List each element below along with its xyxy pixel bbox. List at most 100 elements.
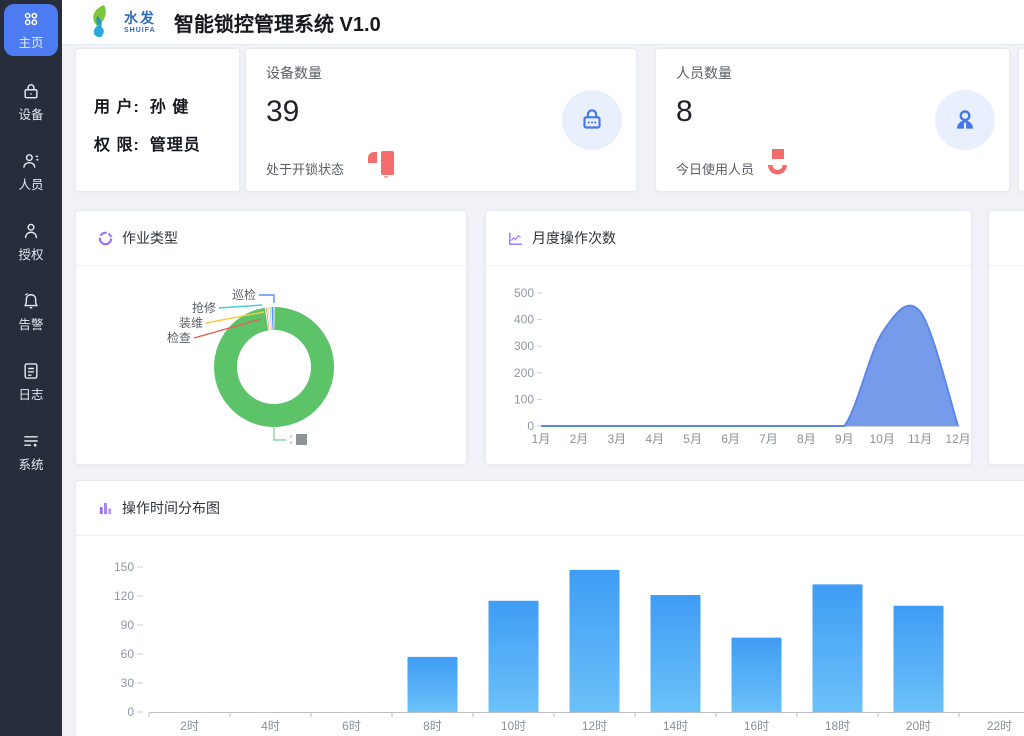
user-label: 用 户:	[94, 99, 140, 116]
svg-text:装维: 装维	[179, 316, 203, 330]
broken-red-digit-glyph	[366, 150, 399, 178]
user-value: 孙 健	[150, 99, 189, 116]
bar-chart-icon	[97, 500, 114, 517]
person-badge-circle	[935, 90, 995, 150]
svg-text:30: 30	[121, 676, 135, 690]
svg-text:4月: 4月	[645, 432, 664, 446]
user-info-card: 用 户: 孙 健 权 限: 管理员	[75, 48, 240, 192]
svg-text:90: 90	[121, 618, 135, 632]
personnel-count-card: 人员数量 8 今日使用人员	[655, 48, 1010, 192]
device-count-card: 设备数量 39 处于开锁状态	[245, 48, 637, 192]
svg-text:检查: 检查	[167, 330, 191, 345]
svg-text:20时: 20时	[906, 719, 931, 733]
job-type-chart: 巡检抢修装维检查	[76, 267, 466, 464]
svg-text:6时: 6时	[342, 719, 361, 733]
device-count-title: 设备数量	[266, 63, 322, 83]
svg-text:8时: 8时	[423, 719, 442, 733]
svg-text:60: 60	[121, 647, 135, 661]
svg-text:8月: 8月	[797, 432, 816, 446]
sidebar: 主页设备人员授权告警日志系统	[0, 0, 62, 736]
person-icon	[21, 221, 41, 241]
svg-text:400: 400	[514, 313, 534, 327]
logo: 水发 SHUIFA	[84, 4, 156, 40]
operation-time-chart: 0 30 60 90 120 150 2时 4时 6时 8时 10时 12时 14时 16时 18时 20时 2…	[76, 537, 1024, 736]
sidebar-item-home[interactable]: 主页	[4, 4, 58, 56]
app-title: 智能锁控管理系统 V1.0	[174, 8, 381, 37]
svg-text:100: 100	[514, 392, 534, 406]
alarm-icon	[21, 291, 41, 311]
svg-text:200: 200	[514, 366, 534, 380]
grid-icon	[21, 9, 41, 29]
svg-text:18时: 18时	[825, 719, 850, 733]
line-chart-icon	[507, 230, 524, 247]
svg-text:4时: 4时	[261, 719, 280, 733]
people-icon	[21, 151, 41, 171]
svg-text:6月: 6月	[721, 432, 740, 446]
svg-text:12时: 12时	[582, 719, 607, 733]
svg-text:2时: 2时	[180, 719, 199, 733]
sidebar-item-label: 告警	[18, 314, 43, 333]
sidebar-item-system[interactable]: 系统	[4, 425, 58, 479]
svg-text:14时: 14时	[663, 719, 688, 733]
svg-text:巡检: 巡检	[232, 287, 256, 302]
logo-primary-text: 水发	[124, 11, 156, 25]
personnel-count-value: 8	[676, 95, 693, 129]
sidebar-item-label: 设备	[18, 104, 43, 123]
svg-text:2月: 2月	[570, 432, 589, 446]
svg-text:1月: 1月	[532, 432, 551, 446]
svg-text:10时: 10时	[501, 719, 526, 733]
monthly-operations-chart: 01002003004005001月2月3月4月5月6月7月8月9月10月11月…	[486, 267, 971, 464]
sidebar-item-label: 主页	[18, 32, 43, 51]
lock-badge-icon	[577, 105, 607, 135]
permission-label: 权 限:	[94, 137, 140, 154]
person-badge-icon	[950, 105, 980, 135]
job-type-title: 作业类型	[122, 228, 178, 248]
svg-text:16时: 16时	[744, 719, 769, 733]
lock-icon	[21, 81, 41, 101]
permission-value: 管理员	[150, 137, 201, 154]
monthly-operations-card: 月度操作次数 01002003004005001月2月3月4月5月6月7月8月9…	[485, 210, 972, 465]
sidebar-item-label: 授权	[18, 244, 43, 263]
svg-text:500: 500	[514, 286, 534, 300]
personnel-footer-label: 今日使用人员	[676, 159, 754, 178]
sidebar-item-alarm[interactable]: 告警	[4, 285, 58, 339]
permission-row: 权 限: 管理员	[94, 131, 239, 155]
list-icon	[21, 431, 41, 451]
sidebar-item-label: 系统	[18, 454, 43, 473]
svg-text:22时: 22时	[987, 719, 1012, 733]
lock-badge-circle	[562, 90, 622, 150]
svg-text:12月: 12月	[945, 432, 970, 446]
logo-secondary-text: SHUIFA	[124, 27, 156, 34]
svg-text:0: 0	[127, 705, 134, 719]
sidebar-item-log[interactable]: 日志	[4, 355, 58, 409]
sidebar-item-device[interactable]: 设备	[4, 75, 58, 129]
svg-text:7月: 7月	[759, 432, 778, 446]
svg-text:0: 0	[527, 419, 534, 433]
top-header: 水发 SHUIFA 智能锁控管理系统 V1.0	[62, 0, 1024, 45]
partial-card	[988, 210, 1024, 465]
svg-text:10月: 10月	[870, 432, 895, 446]
pie-chart-icon	[97, 230, 114, 247]
svg-text:300: 300	[514, 339, 534, 353]
job-type-card: 作业类型 巡检抢修装维检查	[75, 210, 467, 465]
svg-text:抢修: 抢修	[192, 300, 216, 315]
sidebar-item-personnel[interactable]: 人员	[4, 145, 58, 199]
device-footer-label: 处于开锁状态	[266, 159, 344, 178]
partial-card	[1018, 48, 1024, 192]
sidebar-item-label: 人员	[18, 174, 43, 193]
svg-text:3月: 3月	[607, 432, 626, 446]
user-row: 用 户: 孙 健	[94, 93, 239, 117]
sidebar-item-label: 日志	[18, 384, 43, 403]
operation-time-card: 操作时间分布图 0 30 60 90 120 150 2时 4时 6时 8时 10时 12时 14时 16…	[75, 480, 1024, 736]
personnel-count-title: 人员数量	[676, 63, 732, 83]
operation-time-title: 操作时间分布图	[122, 498, 220, 518]
monthly-operations-title: 月度操作次数	[532, 228, 616, 248]
log-icon	[21, 361, 41, 381]
svg-text:150: 150	[114, 560, 134, 574]
svg-text:5月: 5月	[683, 432, 702, 446]
sidebar-item-auth[interactable]: 授权	[4, 215, 58, 269]
shuifa-leaf-logo-icon	[84, 4, 118, 40]
svg-text:11月: 11月	[908, 432, 932, 446]
svg-text:120: 120	[114, 589, 134, 603]
broken-red-digit-glyph	[768, 149, 789, 178]
